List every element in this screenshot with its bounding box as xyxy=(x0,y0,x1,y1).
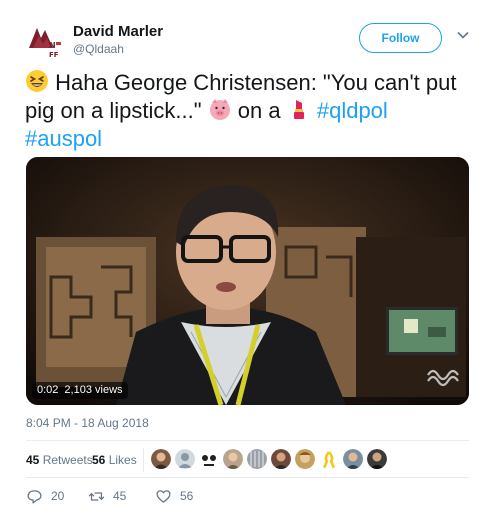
hashtag-qldpol[interactable]: #qldpol xyxy=(317,98,388,123)
party-logo-icon: N FF xyxy=(23,18,67,62)
likes-stat[interactable]: 56 Likes xyxy=(92,453,137,467)
avatar[interactable]: N FF xyxy=(23,18,67,62)
liker-avatar-1[interactable] xyxy=(151,449,171,469)
liker-avatar-9[interactable] xyxy=(343,449,363,469)
liker-avatar-8[interactable] xyxy=(319,449,339,469)
retweet-count: 45 xyxy=(113,489,127,503)
divider xyxy=(26,440,469,441)
video-frame xyxy=(26,157,469,405)
liker-avatar-2[interactable] xyxy=(175,449,195,469)
tweet-header: N FF David Marler @Qldaah Follow xyxy=(23,18,483,62)
lipstick-emoji xyxy=(293,100,304,119)
liker-avatar-5[interactable] xyxy=(247,449,267,469)
video-views: 2,103 views xyxy=(64,384,123,396)
divider xyxy=(26,477,469,478)
video-info-badge: 0:02 2,103 views xyxy=(32,382,128,399)
reply-count: 20 xyxy=(51,489,65,503)
liker-avatar-7[interactable] xyxy=(295,449,315,469)
pig-face-emoji xyxy=(209,99,230,120)
like-count: 56 xyxy=(180,489,194,503)
likes-count: 56 xyxy=(92,453,106,467)
retweets-count: 45 xyxy=(26,453,40,467)
retweets-stat[interactable]: 45 Retweets xyxy=(26,453,93,467)
retweet-icon xyxy=(88,491,105,501)
author-handle[interactable]: @Qldaah xyxy=(73,42,124,56)
svg-text:N: N xyxy=(49,41,56,50)
tweet-text-part2: on a xyxy=(231,98,287,123)
video-duration: 0:02 xyxy=(37,384,59,396)
video-player[interactable]: 0:02 2,103 views xyxy=(26,157,469,405)
tweet-timestamp[interactable]: 8:04 PM - 18 Aug 2018 xyxy=(26,416,149,430)
liker-avatar-4[interactable] xyxy=(223,449,243,469)
liker-avatar-3[interactable] xyxy=(199,449,219,469)
author-name[interactable]: David Marler xyxy=(73,23,163,40)
heart-icon xyxy=(156,489,171,503)
grinning-squinting-face-emoji xyxy=(26,70,48,92)
like-button[interactable]: 56 xyxy=(155,486,193,506)
tweet-text: Haha George Christensen: "You can't put … xyxy=(25,69,480,153)
liker-avatar-10[interactable] xyxy=(367,449,387,469)
stats-separator xyxy=(143,448,144,472)
chevron-down-icon[interactable] xyxy=(456,28,470,42)
liker-avatar-6[interactable] xyxy=(271,449,291,469)
reply-icon xyxy=(27,489,42,504)
retweets-label: Retweets xyxy=(42,453,93,467)
likes-label: Likes xyxy=(108,453,137,467)
follow-button[interactable]: Follow xyxy=(359,23,442,53)
hashtag-auspol[interactable]: #auspol xyxy=(25,126,102,151)
retweet-button[interactable]: 45 xyxy=(88,486,126,506)
reply-button[interactable]: 20 xyxy=(26,486,64,506)
svg-text:FF: FF xyxy=(49,51,59,59)
